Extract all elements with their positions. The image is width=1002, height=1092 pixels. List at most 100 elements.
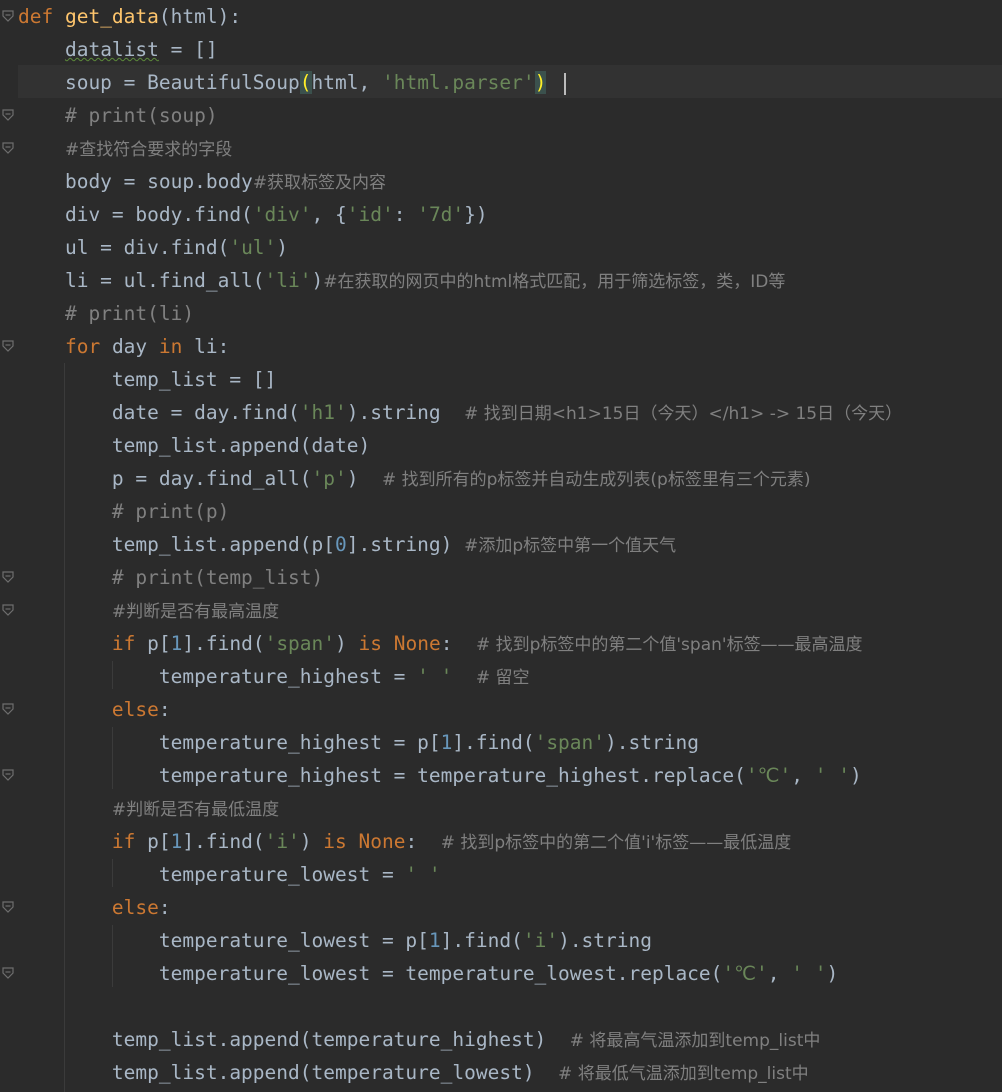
code-token: in <box>158 335 183 358</box>
fold-marker-icon[interactable] <box>2 10 14 22</box>
code-line[interactable]: temp_list = [] <box>18 363 276 396</box>
code-line[interactable]: soup = BeautifulSoup(html, 'html.parser'… <box>18 66 567 99</box>
fold-marker-icon[interactable] <box>2 340 14 352</box>
fold-marker-icon[interactable] <box>2 109 14 121</box>
code-token: ].find( <box>440 929 523 952</box>
code-line[interactable]: body = soup.body#获取标签及内容 <box>18 165 386 198</box>
code-line[interactable]: def get_data(html): <box>18 0 241 33</box>
code-line[interactable]: temperature_lowest = temperature_lowest.… <box>18 957 838 990</box>
code-token: ) <box>346 467 382 490</box>
code-line[interactable]: temp_list.append(temperature_highest) # … <box>18 1023 820 1056</box>
code-token: #在获取的网页中的html格式匹配，用于筛选标签，类，ID等 <box>323 272 786 292</box>
code-line[interactable]: if p[1].find('span') is None: # 找到p标签中的第… <box>18 627 863 660</box>
code-line[interactable]: datalist = [] <box>18 33 218 66</box>
code-token: # 将最低气温添加到temp_list中 <box>558 1064 809 1084</box>
code-token: ).string <box>346 401 465 424</box>
code-token: p[ <box>135 830 171 853</box>
code-token: temperature_lowest = <box>18 863 406 886</box>
code-line[interactable]: ul = div.find('ul') <box>18 231 288 264</box>
code-token: ( <box>299 71 312 94</box>
code-line[interactable]: temperature_lowest = ' ' <box>18 858 441 891</box>
code-token: ].find( <box>452 731 535 754</box>
gutter <box>0 0 18 1092</box>
code-token: #添加p标签中第一个值天气 <box>464 536 677 556</box>
code-token: ) <box>276 236 289 259</box>
code-token: ' ' <box>791 962 827 985</box>
fold-marker-icon[interactable] <box>2 142 14 154</box>
code-token: , <box>791 764 815 787</box>
fold-marker-icon[interactable] <box>2 703 14 715</box>
code-token: ' ' <box>417 665 453 688</box>
text-caret <box>564 72 567 95</box>
code-line[interactable]: #判断是否有最高温度 <box>18 594 279 627</box>
code-token: if <box>111 830 136 853</box>
code-token: is None <box>358 632 441 655</box>
code-token: 'li' <box>264 269 312 292</box>
code-editor[interactable]: def get_data(html): datalist = [] soup =… <box>0 0 1002 1092</box>
fold-marker-icon[interactable] <box>2 769 14 781</box>
code-line[interactable]: if p[1].find('i') is None: # 找到p标签中的第二个值… <box>18 825 791 858</box>
code-token: 1 <box>170 830 183 853</box>
code-token: soup = BeautifulSoup <box>18 71 300 94</box>
code-token: #查找符合要求的字段 <box>64 140 233 160</box>
code-line[interactable]: date = day.find('h1').string # 找到日期<h1>1… <box>18 396 902 429</box>
code-line[interactable]: temperature_highest = temperature_highes… <box>18 759 862 792</box>
code-line[interactable]: else: <box>18 693 171 726</box>
code-line[interactable]: # print(temp_list) <box>18 561 323 594</box>
code-token: if <box>111 632 136 655</box>
code-line[interactable]: # print(soup) <box>18 99 218 132</box>
code-token: # 找到日期<h1>15日（今天）</h1> -> 15日（今天） <box>464 404 903 424</box>
code-token: # print(li) <box>64 302 195 325</box>
code-token: 1 <box>170 632 183 655</box>
code-line[interactable]: temperature_lowest = p[1].find('i').stri… <box>18 924 652 957</box>
code-token: 'i' <box>264 830 300 853</box>
code-line[interactable]: #判断是否有最低温度 <box>18 792 279 825</box>
code-line[interactable]: temperature_highest = ' ' # 留空 <box>18 660 530 693</box>
fold-marker-icon[interactable] <box>2 604 14 616</box>
code-line[interactable]: temp_list.append(date) <box>18 429 370 462</box>
code-line[interactable]: p = day.find_all('p') # 找到所有的p标签并自动生成列表(… <box>18 462 811 495</box>
code-token: p[ <box>135 632 171 655</box>
code-token: ) <box>311 269 324 292</box>
code-token: # 留空 <box>475 668 530 688</box>
code-token: : <box>440 632 476 655</box>
code-line[interactable]: else: <box>18 891 171 924</box>
code-token: # print(p) <box>111 500 230 523</box>
code-token: 1 <box>428 929 441 952</box>
code-token: ) <box>534 71 547 94</box>
code-line[interactable]: for day in li: <box>18 330 229 363</box>
code-token: temperature_highest = temperature_highes… <box>18 764 746 787</box>
code-token: = [] <box>158 38 218 61</box>
code-token: temperature_lowest = temperature_lowest.… <box>18 962 723 985</box>
code-token: li = ul.find_all( <box>18 269 265 292</box>
code-token: p = day.find_all( <box>18 467 312 490</box>
code-token: html, <box>311 71 382 94</box>
code-token: temperature_highest = <box>18 665 418 688</box>
code-line[interactable]: # print(li) <box>18 297 194 330</box>
code-token: #判断是否有最低温度 <box>111 800 280 820</box>
fold-marker-icon[interactable] <box>2 901 14 913</box>
fold-marker-icon[interactable] <box>2 571 14 583</box>
code-token: date = day.find( <box>18 401 300 424</box>
code-line[interactable]: div = body.find('div', {'id': '7d'}) <box>18 198 488 231</box>
code-line[interactable]: # print(p) <box>18 495 229 528</box>
code-token: for <box>64 335 101 358</box>
fold-marker-icon[interactable] <box>2 967 14 979</box>
code-token: is None <box>323 830 406 853</box>
code-token: 'span' <box>534 731 606 754</box>
code-token: ) <box>826 962 839 985</box>
code-line[interactable]: li = ul.find_all('li')#在获取的网页中的html格式匹配，… <box>18 264 785 297</box>
code-token: ) <box>335 632 359 655</box>
code-line[interactable]: #查找符合要求的字段 <box>18 132 232 165</box>
code-token: temp_list.append(date) <box>18 434 371 457</box>
code-line[interactable]: temp_list.append(temperature_lowest) # 将… <box>18 1056 809 1089</box>
code-token: : <box>405 830 441 853</box>
code-line[interactable]: temperature_highest = p[1].find('span').… <box>18 726 699 759</box>
code-token: : <box>158 896 171 919</box>
code-line[interactable]: temp_list.append(p[0].string) #添加p标签中第一个… <box>18 528 676 561</box>
